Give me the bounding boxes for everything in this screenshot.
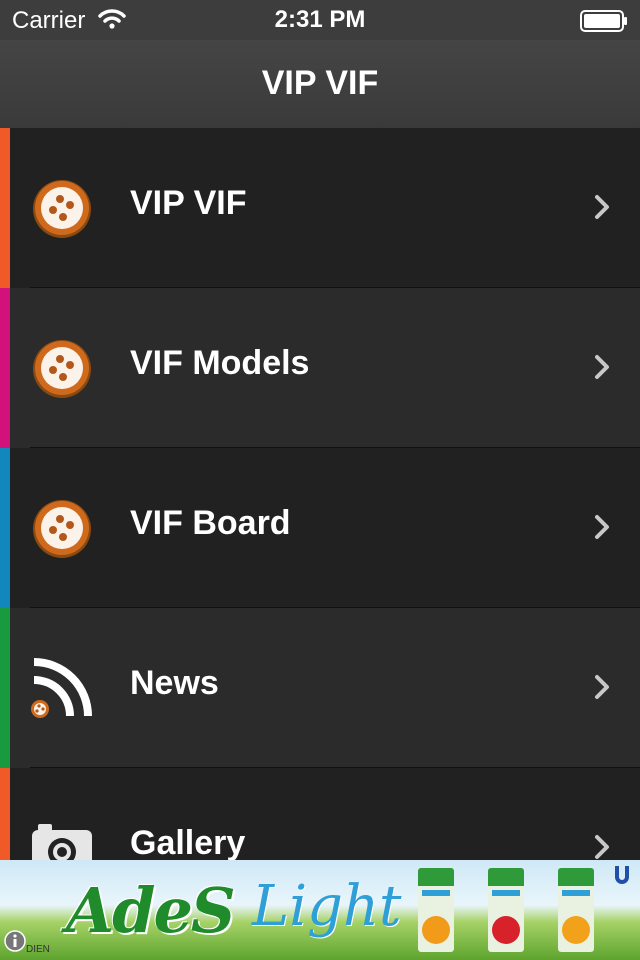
juice-pack-image bbox=[488, 868, 524, 952]
accent-bar bbox=[0, 128, 10, 288]
menu-item-label: VIF Models bbox=[130, 344, 310, 382]
rss-icon bbox=[31, 658, 92, 718]
menu-item-vip-vif[interactable]: VIP VIF bbox=[0, 128, 640, 288]
menu-item-label: VIP VIF bbox=[130, 184, 247, 222]
chevron-right-icon bbox=[595, 355, 609, 379]
camera-icon bbox=[32, 824, 92, 860]
vif-logo-icon bbox=[33, 340, 91, 398]
accent-bar bbox=[0, 288, 10, 448]
chevron-right-icon bbox=[595, 835, 609, 859]
accent-bar bbox=[0, 608, 10, 768]
menu-item-label: News bbox=[130, 664, 219, 702]
nav-bar: VIP VIF bbox=[0, 40, 640, 128]
menu-item-label: Gallery bbox=[130, 824, 246, 860]
juice-pack-image bbox=[558, 868, 594, 952]
chevron-right-icon bbox=[595, 675, 609, 699]
ad-banner[interactable]: AdeS Light DIEN bbox=[0, 860, 640, 960]
unilever-logo-icon bbox=[615, 866, 629, 884]
accent-bar bbox=[0, 768, 10, 860]
status-bar: Carrier 2:31 PM bbox=[0, 0, 640, 40]
chevron-right-icon bbox=[595, 195, 609, 219]
info-icon[interactable] bbox=[4, 930, 26, 952]
menu-item-gallery[interactable]: Gallery bbox=[0, 768, 640, 860]
ad-small-text: DIEN bbox=[26, 944, 50, 955]
vif-logo-icon bbox=[33, 180, 91, 238]
chevron-right-icon bbox=[595, 515, 609, 539]
menu-item-vif-models[interactable]: VIF Models bbox=[0, 288, 640, 448]
ad-product-name: Light bbox=[252, 874, 402, 939]
juice-pack-image bbox=[418, 868, 454, 952]
battery-icon bbox=[580, 10, 627, 32]
menu-item-label: VIF Board bbox=[130, 504, 291, 542]
page-title: VIP VIF bbox=[261, 64, 379, 102]
menu-item-news[interactable]: News bbox=[0, 608, 640, 768]
menu-list[interactable]: VIP VIF VIF Models VIF Board News Galler… bbox=[0, 128, 640, 860]
vif-logo-icon bbox=[33, 500, 91, 558]
accent-bar bbox=[0, 448, 10, 608]
status-time: 2:31 PM bbox=[274, 6, 366, 33]
ad-brand-logo: AdeS bbox=[66, 874, 236, 947]
menu-item-vif-board[interactable]: VIF Board bbox=[0, 448, 640, 608]
